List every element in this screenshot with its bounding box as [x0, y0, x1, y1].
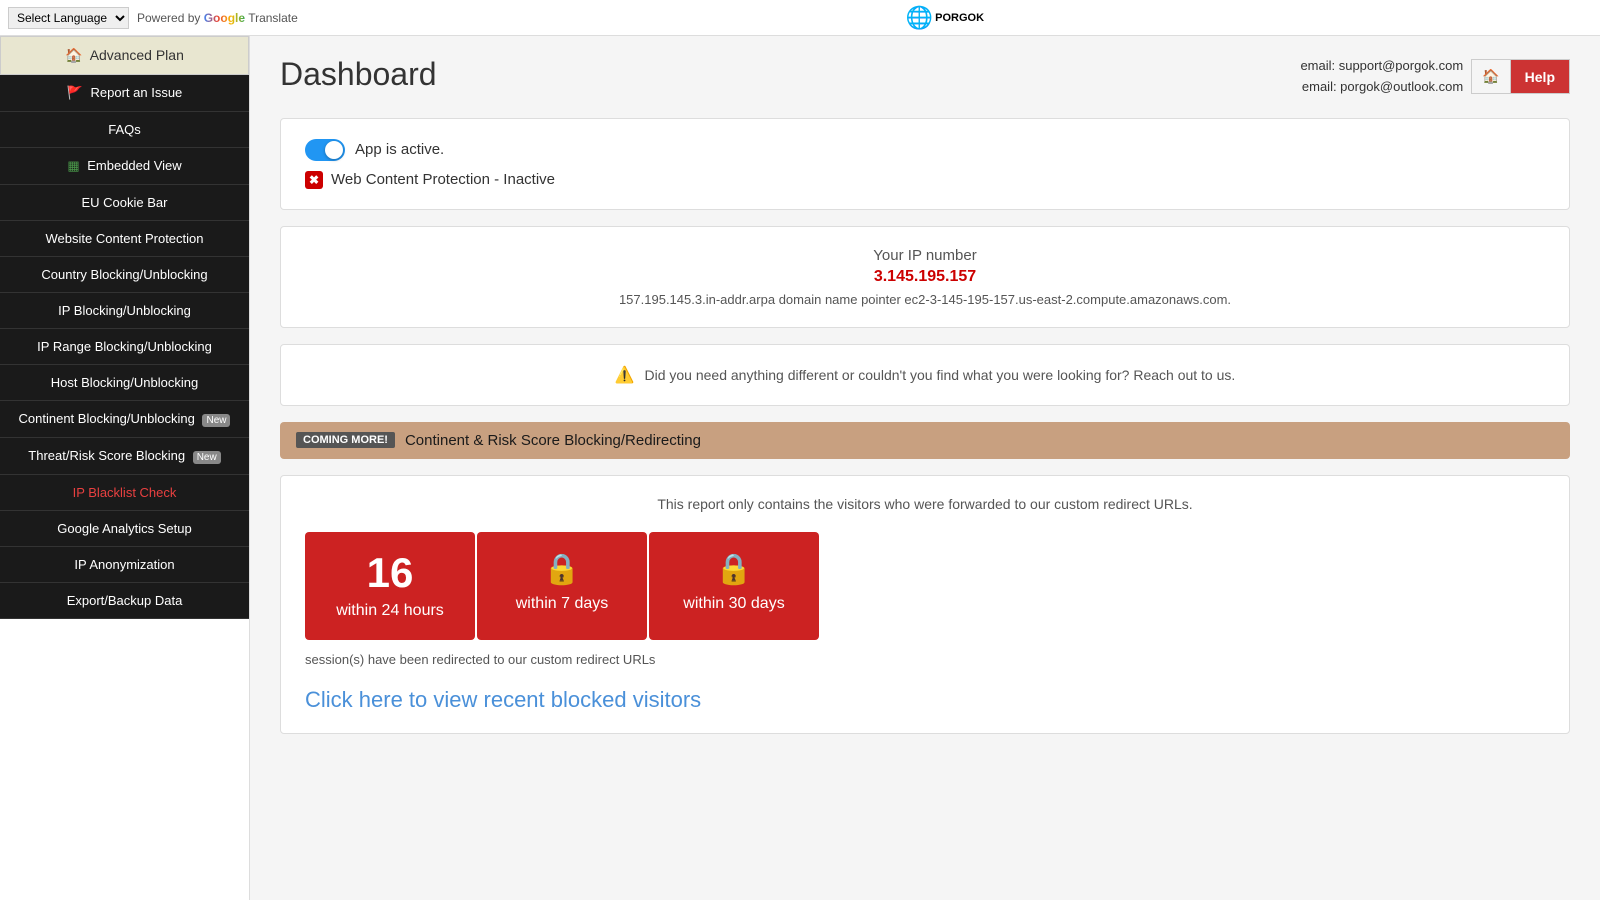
- sidebar-item-continent-blocking[interactable]: Continent Blocking/Unblocking New: [0, 401, 249, 438]
- app-status-card: App is active. ✖ Web Content Protection …: [280, 118, 1570, 210]
- lock-icon-7d: 🔒: [487, 552, 637, 587]
- grid-icon: ▦: [67, 158, 79, 173]
- main-content: Dashboard email: support@porgok.com emai…: [250, 36, 1600, 900]
- sidebar-item-website-content[interactable]: Website Content Protection: [0, 221, 249, 257]
- home-button[interactable]: 🏠: [1472, 60, 1510, 93]
- web-protection-label: Web Content Protection - Inactive: [331, 171, 555, 188]
- home-icon: 🏠: [65, 47, 82, 63]
- ip-address: 3.145.195.157: [305, 268, 1545, 286]
- stat-label-7d: within 7 days: [487, 595, 637, 613]
- page-title: Dashboard: [280, 56, 437, 93]
- app-active-toggle[interactable]: [305, 139, 345, 161]
- new-badge-continent: New: [202, 414, 230, 427]
- sidebar-item-ip-blocking[interactable]: IP Blocking/Unblocking: [0, 293, 249, 329]
- coming-more-text: Continent & Risk Score Blocking/Redirect…: [405, 432, 701, 449]
- powered-by-text: Powered by Google Translate: [137, 11, 298, 25]
- stat-box-24h: 16 within 24 hours: [305, 532, 475, 640]
- sidebar-item-faqs[interactable]: FAQs: [0, 112, 249, 148]
- reach-out-card: ⚠️ Did you need anything different or co…: [280, 344, 1570, 406]
- stat-label-24h: within 24 hours: [315, 602, 465, 620]
- sidebar-item-ip-range-blocking[interactable]: IP Range Blocking/Unblocking: [0, 329, 249, 365]
- sidebar-item-threat-blocking[interactable]: Threat/Risk Score Blocking New: [0, 438, 249, 475]
- sidebar-item-eu-cookie-bar[interactable]: EU Cookie Bar: [0, 185, 249, 221]
- help-button-group: 🏠 Help: [1471, 59, 1570, 94]
- ip-pointer: 157.195.145.3.in-addr.arpa domain name p…: [305, 292, 1545, 307]
- flag-icon: 🚩: [67, 85, 83, 100]
- stat-value-24h: 16: [315, 552, 465, 594]
- language-select[interactable]: Select Language: [8, 7, 129, 29]
- sidebar-item-ip-anonymization[interactable]: IP Anonymization: [0, 547, 249, 583]
- stats-subtitle: This report only contains the visitors w…: [305, 496, 1545, 512]
- email1: email: support@porgok.com: [1300, 56, 1463, 77]
- stats-boxes: 16 within 24 hours 🔒 within 7 days 🔒 wit…: [305, 532, 1545, 640]
- web-protection-row: ✖ Web Content Protection - Inactive: [305, 171, 1545, 189]
- header-right: email: support@porgok.com email: porgok@…: [1300, 56, 1570, 98]
- logo-icon: 🌐: [906, 5, 933, 31]
- header-row: Dashboard email: support@porgok.com emai…: [280, 56, 1570, 98]
- help-button[interactable]: Help: [1511, 60, 1569, 93]
- x-icon: ✖: [305, 171, 323, 189]
- app-active-label: App is active.: [355, 141, 444, 158]
- coming-more-banner: COMING MORE! Continent & Risk Score Bloc…: [280, 422, 1570, 459]
- stat-box-7d: 🔒 within 7 days: [477, 532, 647, 640]
- toggle-thumb: [325, 141, 343, 159]
- logo-area: 🌐 PORGOK: [906, 5, 984, 31]
- logo-text: PORGOK: [935, 12, 984, 24]
- lock-icon-30d: 🔒: [659, 552, 809, 587]
- new-badge-threat: New: [193, 451, 221, 464]
- warning-icon: ⚠️: [615, 367, 635, 384]
- sidebar-item-advanced-plan[interactable]: 🏠 Advanced Plan: [0, 36, 249, 75]
- sidebar-item-ip-blacklist[interactable]: IP Blacklist Check: [0, 475, 249, 511]
- sidebar-item-country-blocking[interactable]: Country Blocking/Unblocking: [0, 257, 249, 293]
- sidebar-item-host-blocking[interactable]: Host Blocking/Unblocking: [0, 365, 249, 401]
- ip-card: Your IP number 3.145.195.157 157.195.145…: [280, 226, 1570, 328]
- sidebar-item-export-backup[interactable]: Export/Backup Data: [0, 583, 249, 619]
- layout: 🏠 Advanced Plan 🚩 Report an Issue FAQs ▦…: [0, 36, 1600, 900]
- ip-label: Your IP number: [305, 247, 1545, 264]
- stats-card: This report only contains the visitors w…: [280, 475, 1570, 734]
- app-active-row: App is active.: [305, 139, 1545, 161]
- email2: email: porgok@outlook.com: [1300, 77, 1463, 98]
- view-blocked-visitors-link[interactable]: Click here to view recent blocked visito…: [305, 687, 701, 712]
- sidebar-item-embedded-view[interactable]: ▦ Embedded View: [0, 148, 249, 185]
- stat-label-30d: within 30 days: [659, 595, 809, 613]
- sidebar: 🏠 Advanced Plan 🚩 Report an Issue FAQs ▦…: [0, 36, 250, 900]
- sidebar-item-report-issue[interactable]: 🚩 Report an Issue: [0, 75, 249, 112]
- reach-out-text: ⚠️ Did you need anything different or co…: [305, 365, 1545, 385]
- coming-more-badge: COMING MORE!: [296, 432, 395, 448]
- stat-box-30d: 🔒 within 30 days: [649, 532, 819, 640]
- top-bar: Select Language Powered by Google Transl…: [0, 0, 1600, 36]
- session-note: session(s) have been redirected to our c…: [305, 652, 1545, 667]
- sidebar-item-google-analytics[interactable]: Google Analytics Setup: [0, 511, 249, 547]
- email-info: email: support@porgok.com email: porgok@…: [1300, 56, 1463, 98]
